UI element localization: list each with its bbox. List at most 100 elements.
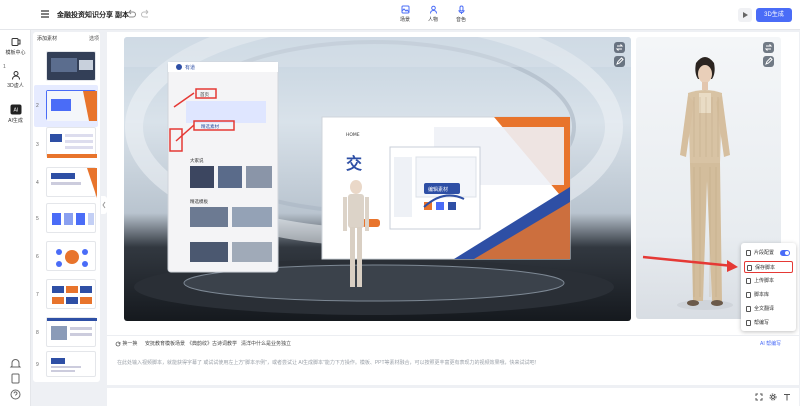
- slide-number: 8: [36, 330, 39, 336]
- rail-label-3d-avatar: 3D虚人: [7, 83, 24, 89]
- screen-banner-label: 编辑素材: [428, 186, 448, 193]
- slide-thumbnail-9[interactable]: [46, 351, 96, 377]
- segment-toggle[interactable]: [780, 250, 790, 256]
- person-tool-label: 人物: [427, 17, 438, 23]
- script-input[interactable]: 在此处输入视频脚本，就能获得字幕了 或试试使用左上方"脚本示例"，或者尝试让 A…: [117, 359, 540, 366]
- slide-number: 1: [3, 64, 6, 70]
- menu-item-ai-write[interactable]: 帮编写: [744, 317, 793, 329]
- menu-item-upload-script[interactable]: 上传脚本: [744, 275, 793, 287]
- rail-item-template[interactable]: 模板中心: [0, 37, 31, 56]
- bottom-toolbar: [107, 388, 799, 406]
- microphone-icon: [458, 5, 464, 14]
- library-icon: [746, 292, 751, 298]
- pen-icon: [616, 57, 624, 65]
- menu-item-label: 脚本库: [754, 292, 770, 298]
- menu-icon[interactable]: [40, 9, 50, 19]
- play-icon: [743, 12, 748, 18]
- slide-number: 9: [36, 362, 39, 368]
- scene-tool-label: 场景: [399, 17, 410, 23]
- script-editor: 换一换 安抚教育模板场景 《典韵纹》古诗词教学 清洋中什么是业务独立 AI 帮编…: [107, 335, 799, 385]
- slide-thumbnail-3[interactable]: [46, 127, 97, 158]
- rail-item-3d-avatar[interactable]: 3D虚人: [0, 70, 31, 89]
- settings-icon[interactable]: [769, 393, 777, 401]
- menu-item-save-script[interactable]: 保存脚本: [744, 261, 793, 273]
- ai-write-button[interactable]: AI 帮编写: [760, 340, 781, 347]
- template-icon: [11, 38, 20, 46]
- person-tool-button[interactable]: 人物: [422, 5, 444, 23]
- upload-icon: [746, 278, 751, 284]
- scene-artwork: 有道 首页 精选素材 大家说 精选模板 HOME 交 编辑素材: [124, 37, 631, 315]
- screen-big-character: 交: [346, 154, 362, 173]
- slide-number: 5: [36, 216, 39, 222]
- refresh-icon: [115, 341, 121, 347]
- voice-tool-button[interactable]: 音色: [450, 5, 472, 23]
- slide-number: 7: [36, 292, 39, 298]
- screen-section-label: 大家说: [190, 157, 204, 164]
- add-material-button[interactable]: 添加素材: [37, 35, 57, 42]
- menu-item-label: 上传脚本: [754, 278, 775, 284]
- fullscreen-icon[interactable]: [755, 393, 763, 401]
- avatar-icon: [11, 71, 20, 80]
- menu-item-label: 保存脚本: [755, 265, 776, 271]
- replace-scene-button[interactable]: [614, 42, 625, 53]
- left-rail: 模板中心 3D虚人 AI AI生成: [0, 30, 31, 406]
- edit-scene-button[interactable]: [614, 56, 625, 67]
- document-title[interactable]: 金融投资知识分享 副本: [57, 10, 129, 20]
- slide-thumbnail-2[interactable]: [46, 90, 97, 121]
- replace-avatar-button[interactable]: [763, 42, 774, 53]
- edit-avatar-button[interactable]: [763, 56, 774, 67]
- menu-item-script-library[interactable]: 脚本库: [744, 289, 793, 301]
- preview-play-button[interactable]: [738, 8, 752, 22]
- save-icon: [747, 265, 752, 271]
- menu-item-segment-config[interactable]: 片段配置: [744, 247, 793, 259]
- menu-item-label: 全文翻译: [754, 306, 775, 312]
- slide-options-button[interactable]: 选项: [89, 35, 99, 42]
- slide-thumbnail-5[interactable]: [46, 203, 96, 233]
- voice-tool-label: 音色: [455, 17, 466, 23]
- script-example-1[interactable]: 安抚教育模板场景: [145, 340, 185, 347]
- undo-icon[interactable]: [126, 9, 136, 19]
- screen-tab-label: 首页: [200, 91, 209, 98]
- rail-label-template: 模板中心: [5, 50, 26, 56]
- person-icon: [429, 5, 437, 14]
- top-bar: 金融投资知识分享 副本 场景 人物 音色 3D生成: [0, 0, 800, 30]
- pen-icon: [765, 57, 773, 65]
- screen-logo-text: 有道: [185, 64, 195, 71]
- slide-thumbnail-1[interactable]: [46, 51, 96, 81]
- swap-icon: [764, 44, 773, 51]
- slide-number: 4: [36, 180, 39, 186]
- 3d-scene-canvas[interactable]: 有道 首页 精选素材 大家说 精选模板 HOME 交 编辑素材: [124, 37, 631, 321]
- slide-thumbnail-8[interactable]: [46, 317, 97, 347]
- slide-number: 3: [36, 142, 39, 148]
- scene-icon: [401, 5, 409, 14]
- slide-thumbnail-7[interactable]: [46, 279, 96, 309]
- slide-thumbnail-6[interactable]: [46, 241, 96, 271]
- slide-thumbnail-4[interactable]: [46, 167, 97, 198]
- translate-icon: [746, 306, 751, 312]
- refresh-examples-button[interactable]: 换一换: [115, 340, 137, 347]
- menu-item-translate[interactable]: 全文翻译: [744, 303, 793, 315]
- generate-3d-button[interactable]: 3D生成: [756, 8, 792, 22]
- scene-tool-button[interactable]: 场景: [394, 5, 416, 23]
- screen-button-label: 精选素材: [201, 123, 219, 130]
- screen-section-label: 精选模板: [190, 198, 208, 205]
- script-example-3[interactable]: 清洋中什么是业务独立: [241, 340, 291, 347]
- screen-home-label: HOME: [346, 132, 360, 138]
- rail-item-ai-generate[interactable]: AI AI生成: [0, 104, 31, 124]
- slide-number: 2: [36, 103, 39, 109]
- menu-item-label: 片段配置: [754, 250, 775, 256]
- notification-icon[interactable]: [9, 357, 22, 370]
- script-example-2[interactable]: 《典韵纹》古诗词教学: [187, 340, 237, 347]
- menu-item-label: 帮编写: [754, 320, 770, 326]
- help-icon[interactable]: [9, 388, 22, 401]
- ai-write-icon: [746, 320, 751, 326]
- slide-number: 6: [36, 254, 39, 260]
- redo-icon[interactable]: [141, 9, 151, 19]
- segment-icon: [746, 250, 751, 256]
- swap-icon: [615, 44, 624, 51]
- text-icon[interactable]: [783, 393, 791, 401]
- ai-icon: AI: [10, 104, 21, 115]
- rail-label-ai-generate: AI生成: [8, 118, 23, 124]
- script-options-menu: 片段配置 保存脚本 上传脚本 脚本库 全文翻译 帮编写: [741, 243, 796, 331]
- document-icon[interactable]: [9, 372, 22, 385]
